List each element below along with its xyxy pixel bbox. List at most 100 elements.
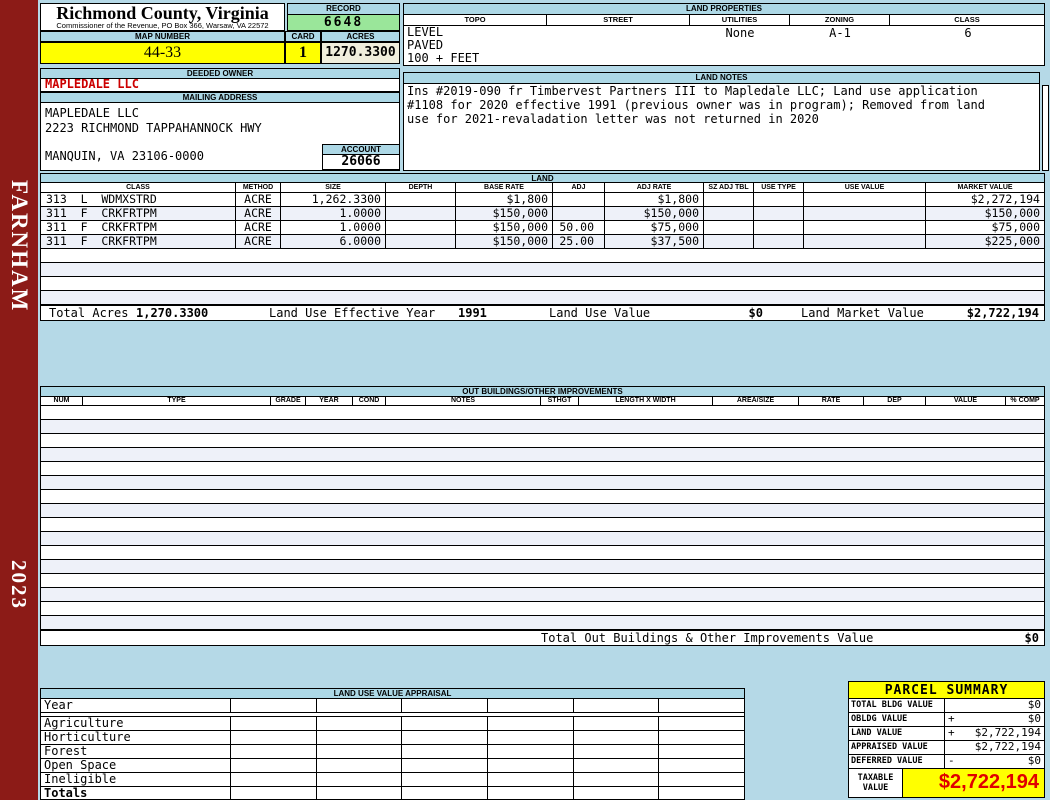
column-header: DEPTH xyxy=(386,183,456,192)
appraisal-cells xyxy=(231,773,744,786)
column-header: AREA/SIZE xyxy=(713,397,799,405)
land-market-value: $75,000 xyxy=(991,221,1040,234)
tax-year-label: 2023 xyxy=(7,560,31,610)
map-number-value: 44-33 xyxy=(40,42,285,64)
land-use-value xyxy=(804,235,926,248)
land-depth xyxy=(386,221,456,234)
mailing-address-box: MAPLEDALE LLC 2223 RICHMOND TAPPAHANNOCK… xyxy=(40,103,400,171)
account-number: 26066 xyxy=(322,155,400,170)
property-record-card: FARNHAM 2023 Richmond County, Virginia C… xyxy=(0,0,1050,800)
taxable-value-row: TAXABLE VALUE $2,722,194 xyxy=(848,769,1045,798)
summary-value: $0 xyxy=(1027,712,1041,725)
land-class: 311 F CRKFRTPM xyxy=(41,221,236,234)
summary-sign: - xyxy=(948,754,955,767)
land-use-value xyxy=(804,193,926,206)
land-adj xyxy=(553,207,605,220)
out-buildings-empty-rows xyxy=(40,406,1045,630)
land-method: ACRE xyxy=(236,193,281,206)
column-header: ADJ RATE xyxy=(605,183,704,192)
appraisal-cells xyxy=(231,745,744,758)
land-use-type xyxy=(754,235,804,248)
land-adj-rate: $150,000 xyxy=(605,207,704,220)
appraisal-cells xyxy=(231,717,744,730)
summary-value: $0 xyxy=(1027,754,1041,767)
summary-value: $2,722,194 xyxy=(974,726,1041,739)
land-sz-adj-tbl xyxy=(704,207,754,220)
land-base-rate: $1,800 xyxy=(456,193,553,206)
land-notes-section: LAND NOTES Ins #2019-090 fr Timbervest P… xyxy=(403,72,1040,171)
column-header: VALUE xyxy=(926,397,1006,405)
out-buildings-title: OUT BUILDINGS/OTHER IMPROVEMENTS xyxy=(40,386,1045,397)
land-sz-adj-tbl xyxy=(704,221,754,234)
appraisal-row: Horticulture xyxy=(40,731,745,745)
land-header-row: CLASS METHOD SIZE DEPTH BASE RATE ADJ AD… xyxy=(40,183,1045,193)
land-notes-text: use for 2021-revaladation letter was not… xyxy=(407,112,819,126)
land-properties-section: LAND PROPERTIES TOPO STREET UTILITIES ZO… xyxy=(403,3,1045,66)
land-use-value-label: Land Use Value xyxy=(549,306,651,320)
address-line: MAPLEDALE LLC xyxy=(45,106,139,120)
map-number-label: MAP NUMBER xyxy=(40,31,285,42)
land-depth xyxy=(386,207,456,220)
column-header: CLASS xyxy=(41,183,236,192)
land-market-value-total: $2,722,194 xyxy=(966,306,1039,320)
land-use-type xyxy=(754,193,804,206)
column-header: STHGT xyxy=(541,397,579,405)
land-totals-row: Total Acres 1,270.3300 Land Use Effectiv… xyxy=(40,305,1045,321)
column-header: COND xyxy=(353,397,386,405)
appraisal-cells xyxy=(231,731,744,744)
land-empty-rows xyxy=(40,249,1045,305)
land-size: 1.0000 xyxy=(281,221,386,234)
land-adj: 25.00 xyxy=(553,235,605,248)
land-properties-values: LEVEL PAVED 100 + FEET None A-1 6 xyxy=(404,26,1044,65)
appraisal-row: Forest xyxy=(40,745,745,759)
land-notes-title: LAND NOTES xyxy=(404,73,1039,84)
address-line: 2223 RICHMOND TAPPAHANNOCK HWY xyxy=(45,121,262,135)
column-header: % COMP xyxy=(1010,397,1040,404)
land-section: LAND CLASS METHOD SIZE DEPTH BASE RATE A… xyxy=(40,173,1045,321)
land-notes-text: Ins #2019-090 fr Timbervest Partners III… xyxy=(407,84,978,98)
land-row: 311 F CRKFRTPM ACRE 6.0000 $150,000 25.0… xyxy=(40,235,1045,249)
total-acres-value: 1,270.3300 xyxy=(136,306,209,320)
column-header: SIZE xyxy=(281,183,386,192)
summary-label: TOTAL BLDG VALUE xyxy=(848,699,945,713)
land-base-rate: $150,000 xyxy=(456,207,553,220)
column-header: ADJ xyxy=(553,183,605,192)
column-header: USE TYPE xyxy=(754,183,804,192)
appraisal-row-label: Ineligible xyxy=(41,773,231,786)
land-market-value-label: Land Market Value xyxy=(801,306,924,320)
summary-row: TOTAL BLDG VALUE $0 xyxy=(848,699,1045,713)
land-row: 311 F CRKFRTPM ACRE 1.0000 $150,000 $150… xyxy=(40,207,1045,221)
summary-sign: + xyxy=(948,726,955,739)
land-adj-rate: $75,000 xyxy=(605,221,704,234)
column-header: NOTES xyxy=(386,397,541,405)
land-sz-adj-tbl xyxy=(704,193,754,206)
out-buildings-header-row: NUM TYPE GRADE YEAR COND NOTES STHGT LEN… xyxy=(40,397,1045,406)
land-use-value xyxy=(804,207,926,220)
deeded-owner-value: MAPLEDALE LLC xyxy=(40,78,400,92)
account-box: ACCOUNT 26066 xyxy=(322,144,400,170)
summary-row: LAND VALUE + $2,722,194 xyxy=(848,727,1045,741)
land-market-value: $225,000 xyxy=(984,235,1040,248)
card-label: CARD xyxy=(285,31,321,42)
land-method: ACRE xyxy=(236,221,281,234)
land-use-type xyxy=(754,221,804,234)
column-header: TYPE xyxy=(83,397,271,405)
appraisal-row-label: Year xyxy=(41,699,231,712)
summary-row: APPRAISED VALUE $2,722,194 xyxy=(848,741,1045,755)
land-method: ACRE xyxy=(236,207,281,220)
column-header: SZ ADJ TBL xyxy=(704,183,754,192)
land-base-rate: $150,000 xyxy=(456,221,553,234)
land-use-value xyxy=(804,221,926,234)
column-header-utilities: UTILITIES xyxy=(690,15,790,25)
appraisal-row: Ineligible xyxy=(40,773,745,787)
class-value: 6 xyxy=(964,26,972,40)
effective-year-label: Land Use Effective Year xyxy=(269,306,436,320)
summary-sign xyxy=(945,741,958,754)
column-header: RATE xyxy=(799,397,864,405)
summary-row: DEFERRED VALUE - $0 xyxy=(848,755,1045,769)
commissioner-line: Commissioner of the Revenue, PO Box 366,… xyxy=(56,21,269,30)
column-header-zoning: ZONING xyxy=(790,15,890,25)
out-buildings-total-label: Total Out Buildings & Other Improvements… xyxy=(541,631,874,645)
title-box: Richmond County, Virginia Commissioner o… xyxy=(40,3,285,31)
appraisal-row-label: Agriculture xyxy=(41,717,231,730)
